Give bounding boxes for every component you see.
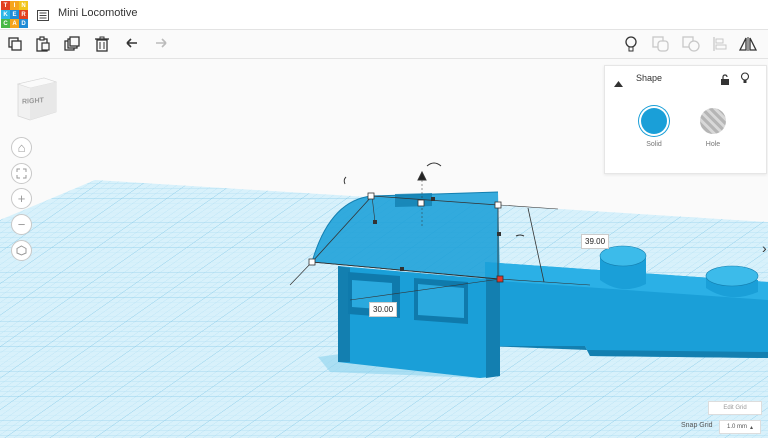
duplicate-icon[interactable] xyxy=(62,34,82,54)
edit-grid-button[interactable]: Edit Grid xyxy=(708,401,762,415)
snap-grid-select[interactable]: 1.0 mm ▴ xyxy=(719,420,761,434)
logo-letter: I xyxy=(10,1,19,10)
design-list-icon[interactable] xyxy=(37,8,49,21)
top-bar: TINKERCAD Mini Locomotive xyxy=(0,0,768,30)
delete-icon[interactable] xyxy=(92,34,112,54)
logo-letter: R xyxy=(19,10,28,19)
zoom-in-icon: + xyxy=(17,191,26,206)
logo-letter: K xyxy=(1,10,10,19)
undo-icon[interactable] xyxy=(122,34,142,54)
snap-grid-value: 1.0 mm xyxy=(726,424,747,430)
snap-grid-label: Snap Grid xyxy=(681,422,713,429)
logo-letter: A xyxy=(10,19,19,28)
copy-icon[interactable] xyxy=(5,34,25,54)
width-dimension[interactable]: 30.00 xyxy=(369,302,398,317)
perspective-icon xyxy=(16,245,27,256)
logo-letter: N xyxy=(19,1,28,10)
edit-toolbar xyxy=(0,30,768,59)
solid-label: Solid xyxy=(646,141,662,148)
home-icon: ⌂ xyxy=(17,140,26,155)
logo-letter: C xyxy=(1,19,10,28)
logo-letter: E xyxy=(10,10,19,19)
hole-label: Hole xyxy=(705,141,721,148)
align-icon[interactable] xyxy=(710,34,730,54)
panel-title: Shape xyxy=(636,73,663,83)
perspective-button[interactable] xyxy=(11,240,32,261)
redo-icon[interactable] xyxy=(151,34,171,54)
project-title[interactable]: Mini Locomotive xyxy=(58,7,137,19)
logo-letter: T xyxy=(1,1,10,10)
zoom-out-button[interactable]: − xyxy=(11,214,32,235)
fit-view-icon xyxy=(16,168,27,179)
zoom-in-button[interactable]: + xyxy=(11,188,32,209)
light-bulb-icon[interactable] xyxy=(621,34,641,54)
fit-view-button[interactable] xyxy=(11,163,32,184)
collapse-panel-icon[interactable] xyxy=(614,75,623,93)
mirror-icon[interactable] xyxy=(738,34,758,54)
lock-icon[interactable] xyxy=(720,72,730,90)
logo-letter: D xyxy=(19,19,28,28)
solid-color-swatch[interactable] xyxy=(641,108,667,134)
hole-swatch[interactable] xyxy=(700,108,726,134)
ungroup-icon[interactable] xyxy=(681,34,701,54)
hide-bulb-icon[interactable] xyxy=(740,71,750,89)
group-icon[interactable] xyxy=(651,34,671,54)
paste-icon[interactable] xyxy=(33,34,53,54)
dropdown-arrow-icon: ▴ xyxy=(750,424,754,431)
shape-inspector-panel: Shape Solid Hole xyxy=(604,65,767,174)
height-dimension[interactable]: 39.00 xyxy=(581,234,610,249)
zoom-out-icon: − xyxy=(17,217,26,232)
tinkercad-logo[interactable]: TINKERCAD xyxy=(1,1,28,28)
panel-expand-icon[interactable]: › xyxy=(762,240,767,256)
home-view-button[interactable]: ⌂ xyxy=(11,137,32,158)
view-cube[interactable]: RIGHT xyxy=(14,74,58,124)
